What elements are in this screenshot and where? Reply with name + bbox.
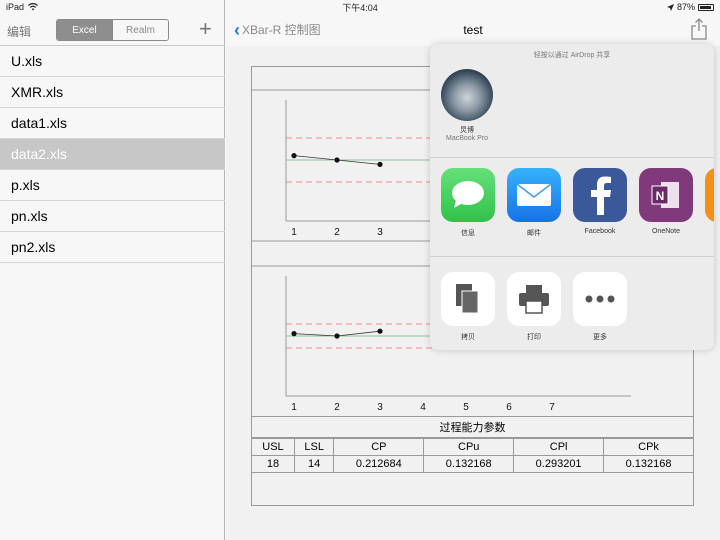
more-icon bbox=[573, 272, 627, 326]
battery-icon bbox=[698, 3, 714, 11]
status-left: iPad bbox=[6, 2, 39, 12]
share-action-label: 拷贝 bbox=[461, 334, 475, 341]
data-point bbox=[291, 331, 297, 337]
x-tick-label: 3 bbox=[377, 227, 383, 238]
data-point bbox=[377, 161, 383, 167]
divider bbox=[430, 256, 714, 257]
device-label: iPad bbox=[6, 2, 25, 12]
table-header: LSL bbox=[293, 438, 335, 456]
x-tick-label: 4 bbox=[420, 402, 426, 413]
x-tick-label: 2 bbox=[334, 227, 340, 238]
xbar-series: 1 2 3 bbox=[291, 153, 383, 238]
table-cell: 0.212684 bbox=[333, 455, 425, 473]
share-app-onenote[interactable]: N OneNote bbox=[639, 168, 693, 238]
file-item[interactable]: XMR.xls bbox=[0, 77, 225, 108]
onenote-icon: N bbox=[639, 168, 693, 222]
data-point bbox=[291, 153, 297, 159]
app-icon bbox=[705, 168, 714, 222]
status-right: 87% bbox=[666, 2, 714, 12]
share-apps-row: 信息 邮件 Facebook N OneNote 在 bbox=[441, 168, 714, 238]
avatar bbox=[441, 69, 493, 121]
data-point bbox=[377, 328, 383, 334]
share-icon[interactable] bbox=[690, 18, 708, 40]
mail-icon bbox=[507, 168, 561, 222]
share-action-print[interactable]: 打印 bbox=[507, 272, 561, 342]
sidebar: 编辑 Excel Realm + U.xls XMR.xls data1.xls… bbox=[0, 0, 225, 540]
table-cell: 0.293201 bbox=[513, 455, 605, 473]
battery-percent: 87% bbox=[676, 2, 695, 12]
share-app-label: 信息 bbox=[461, 230, 475, 237]
share-app-mail[interactable]: 邮件 bbox=[507, 168, 561, 238]
file-item[interactable]: data1.xls bbox=[0, 108, 225, 139]
print-icon bbox=[507, 272, 561, 326]
file-item[interactable]: p.xls bbox=[0, 170, 225, 201]
messages-icon bbox=[441, 168, 495, 222]
file-item[interactable]: U.xls bbox=[0, 46, 225, 77]
airdrop-title: 轻按以通过 AirDrop 共享 bbox=[533, 52, 611, 59]
copy-icon bbox=[441, 272, 495, 326]
share-app-messages[interactable]: 信息 bbox=[441, 168, 495, 238]
table-header: USL bbox=[251, 438, 295, 456]
file-item[interactable]: pn2.xls bbox=[0, 232, 225, 263]
data-point bbox=[334, 333, 340, 339]
svg-text:N: N bbox=[656, 189, 665, 203]
device-name: 炅博 bbox=[460, 127, 474, 134]
x-tick-label: 2 bbox=[334, 402, 340, 413]
table-cell: 0.132168 bbox=[603, 455, 694, 473]
share-app-label: 邮件 bbox=[527, 230, 541, 237]
x-tick-label: 1 bbox=[291, 227, 297, 238]
share-app-label: Facebook bbox=[584, 228, 616, 235]
share-action-label: 打印 bbox=[527, 334, 541, 341]
location-icon bbox=[666, 3, 674, 11]
table-header: CPu bbox=[423, 438, 515, 456]
share-app-facebook[interactable]: Facebook bbox=[573, 168, 627, 238]
table-row: 18 14 0.212684 0.132168 0.293201 0.13216… bbox=[251, 455, 694, 473]
share-action-more[interactable]: 更多 bbox=[573, 272, 627, 342]
share-app-other[interactable]: 在 bbox=[705, 168, 714, 238]
x-tick-label: 1 bbox=[291, 402, 297, 413]
source-segmented-control[interactable]: Excel Realm bbox=[56, 19, 169, 41]
share-actions-row: 拷贝 打印 更多 bbox=[441, 272, 627, 342]
capability-title: 过程能力参数 bbox=[251, 416, 694, 438]
add-button[interactable]: + bbox=[199, 17, 212, 41]
table-cell: 0.132168 bbox=[423, 455, 515, 473]
segment-realm[interactable]: Realm bbox=[112, 20, 168, 40]
capability-table: USL LSL CP CPu CPl CPk 18 14 0.212684 0.… bbox=[251, 438, 694, 473]
status-bar: iPad 下午4:04 87% bbox=[0, 0, 720, 14]
segment-excel[interactable]: Excel bbox=[57, 20, 112, 40]
sidebar-nav: 编辑 Excel Realm + bbox=[0, 14, 225, 46]
share-app-label: OneNote bbox=[651, 228, 681, 235]
table-header: CPl bbox=[513, 438, 605, 456]
x-tick-label: 7 bbox=[549, 402, 555, 413]
page-title: test bbox=[463, 23, 483, 37]
divider bbox=[430, 157, 714, 158]
table-header: CPk bbox=[603, 438, 694, 456]
data-point bbox=[334, 157, 340, 163]
x-tick-label: 5 bbox=[463, 402, 469, 413]
share-sheet: 轻按以通过 AirDrop 共享 炅博 MacBook Pro 信息 邮件 Fa… bbox=[430, 44, 714, 350]
table-cell: 18 bbox=[251, 455, 295, 473]
facebook-icon bbox=[573, 168, 627, 222]
status-time: 下午4:04 bbox=[342, 2, 378, 13]
device-model: MacBook Pro bbox=[445, 135, 489, 142]
table-header-row: USL LSL CP CPu CPl CPk bbox=[251, 438, 694, 456]
file-list: U.xls XMR.xls data1.xls data2.xls p.xls … bbox=[0, 46, 225, 263]
edit-button[interactable]: 编辑 bbox=[7, 23, 31, 40]
share-action-label: 更多 bbox=[593, 334, 607, 341]
share-action-copy[interactable]: 拷贝 bbox=[441, 272, 495, 342]
x-tick-label: 3 bbox=[377, 402, 383, 413]
table-cell: 14 bbox=[293, 455, 335, 473]
wifi-icon bbox=[28, 3, 39, 11]
airdrop-device[interactable]: 炅博 MacBook Pro bbox=[441, 69, 493, 142]
x-tick-label: 6 bbox=[506, 402, 512, 413]
table-header: CP bbox=[333, 438, 425, 456]
file-item-selected[interactable]: data2.xls bbox=[0, 139, 225, 170]
file-item[interactable]: pn.xls bbox=[0, 201, 225, 232]
